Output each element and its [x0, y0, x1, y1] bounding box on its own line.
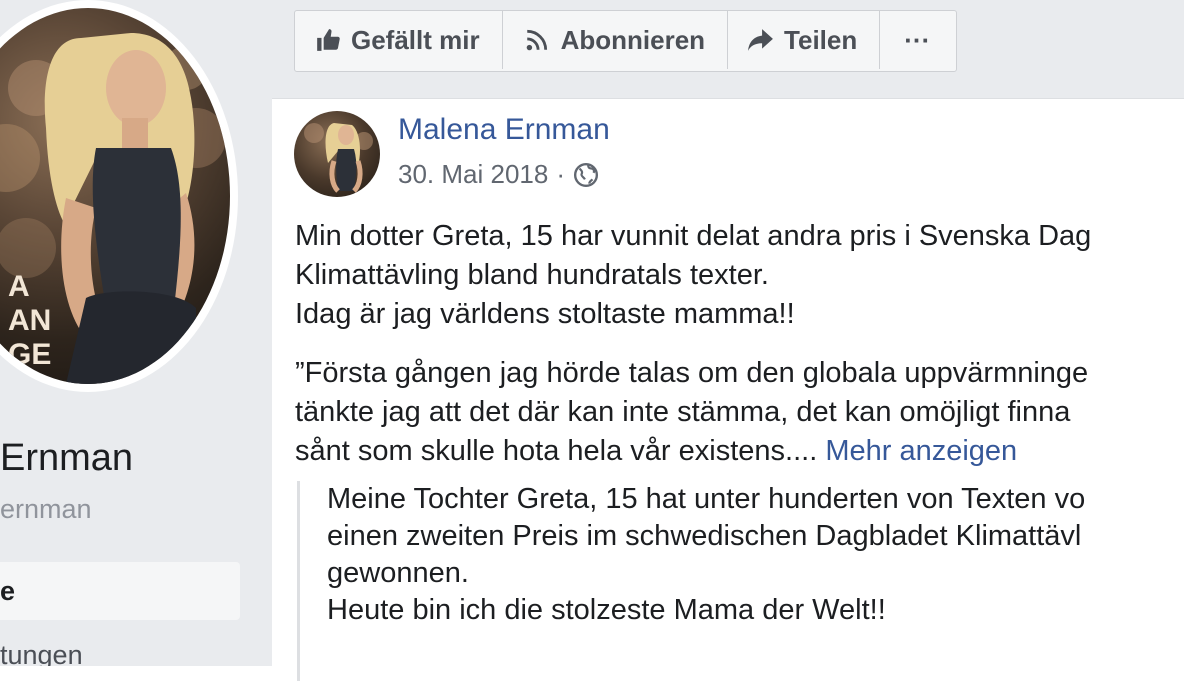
sidebar-item-events[interactable]: tungen [0, 640, 83, 666]
like-button-label: Gefällt mir [351, 24, 480, 55]
post-quote-text: sånt som skulle hota hela vår existens..… [295, 435, 818, 467]
translation-line: gewonnen. [327, 557, 469, 589]
cover-text-line: AN [8, 304, 52, 337]
cover-text: A AN GE [8, 270, 51, 372]
follow-button[interactable]: Abonnieren [503, 11, 729, 69]
post-text-line: Idag är jag världens stoltaste mamma!! [295, 298, 795, 330]
share-button[interactable]: Teilen [728, 11, 881, 69]
author-avatar[interactable] [294, 111, 380, 197]
translation-line: Meine Tochter Greta, 15 hat unter hunder… [327, 483, 1086, 515]
share-button-label: Teilen [784, 24, 858, 55]
translation-line: Heute bin ich die stolzeste Mama der Wel… [327, 594, 886, 626]
post-text-line: Min dotter Greta, 15 har vunnit delat an… [295, 220, 1092, 252]
cover-text-line: A [8, 270, 30, 303]
more-icon: ··· [904, 24, 931, 55]
more-button[interactable]: ··· [880, 11, 956, 69]
follow-button-label: Abonnieren [560, 24, 706, 55]
page-action-bar: Gefällt mir Abonnieren Teilen ··· [294, 10, 958, 72]
post-card: Malena Ernman 30. Mai 2018 · Min dotter … [272, 98, 1184, 681]
thumbs-up-icon [315, 27, 341, 53]
see-more-link[interactable]: Mehr anzeigen [825, 435, 1017, 467]
rss-icon [523, 27, 551, 53]
post-quote-line-last: sånt som skulle hota hela vår existens..… [295, 432, 1184, 471]
like-button[interactable]: Gefällt mir [295, 11, 503, 69]
post-quote-line: ”Första gången jag hörde talas om den gl… [295, 357, 1089, 389]
main-column: Gefällt mir Abonnieren Teilen ··· Malena… [268, 0, 1184, 681]
sidebar-item-label: e [0, 576, 16, 606]
share-arrow-icon [748, 28, 774, 52]
meta-separator: · [556, 159, 565, 189]
sidebar-item-home[interactable]: e [0, 562, 240, 620]
author-avatar-image [304, 123, 373, 193]
page-sidebar: A AN GE Ernman ernman e tungen [0, 0, 268, 666]
post-text-line: Klimattävling bland hundratals texter. [295, 259, 769, 291]
cover-text-line: GE [8, 338, 52, 371]
translation-block: Meine Tochter Greta, 15 hat unter hunder… [297, 481, 1184, 681]
post-timestamp[interactable]: 30. Mai 2018 [398, 159, 548, 190]
profile-photo[interactable]: A AN GE [0, 0, 238, 392]
post-quote-line: tänkte jag att det där kan inte stämma, … [295, 396, 1071, 428]
translation-line: einen zweiten Preis im schwedischen Dagb… [327, 520, 1082, 552]
globe-icon[interactable] [573, 162, 599, 188]
post-author-link[interactable]: Malena Ernman [398, 113, 610, 147]
post-meta: 30. Mai 2018 · [398, 159, 599, 190]
post-body: Min dotter Greta, 15 har vunnit delat an… [295, 217, 1184, 471]
page-handle[interactable]: ernman [0, 494, 92, 525]
page-name: Ernman [0, 437, 134, 479]
